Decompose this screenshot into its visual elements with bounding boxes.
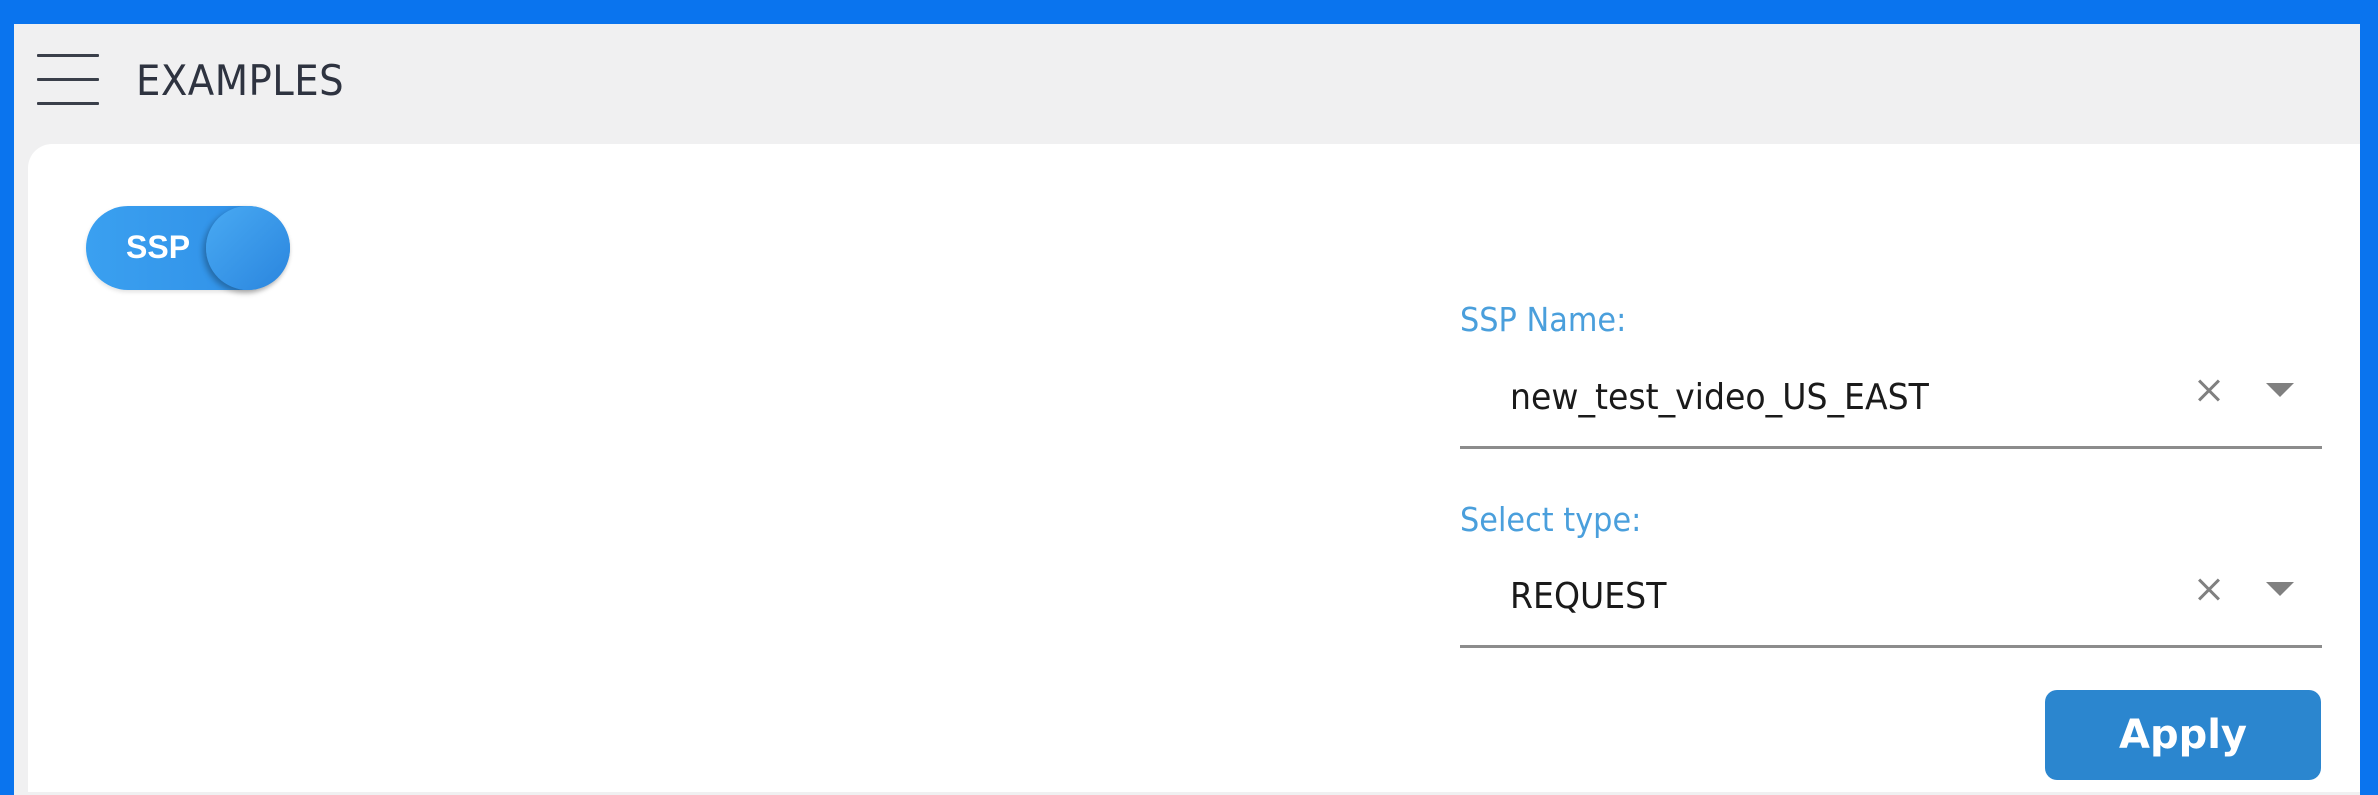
toggle-knob[interactable]	[206, 206, 290, 290]
ssp-toggle[interactable]: SSP	[86, 206, 290, 290]
chevron-down-icon[interactable]	[2266, 383, 2294, 397]
hamburger-menu-icon[interactable]	[37, 54, 99, 105]
clear-icon[interactable]	[2192, 374, 2226, 408]
apply-button[interactable]: Apply	[2045, 690, 2321, 780]
toggle-label: SSP	[126, 229, 191, 265]
select-type-label: Select type:	[1460, 500, 1642, 539]
page-title: EXAMPLES	[136, 56, 345, 105]
ssp-name-label: SSP Name:	[1460, 300, 1627, 339]
top-bar: EXAMPLES	[14, 24, 2360, 142]
ssp-name-value: new_test_video_US_EAST	[1510, 377, 1929, 418]
select-type-value: REQUEST	[1510, 576, 1667, 617]
ssp-name-select[interactable]: new_test_video_US_EAST	[1460, 360, 2322, 449]
clear-icon[interactable]	[2192, 573, 2226, 607]
select-type-select[interactable]: REQUEST	[1460, 559, 2322, 648]
app-window: EXAMPLES SSP SSP Name: new_test_video_US…	[14, 24, 2360, 795]
chevron-down-icon[interactable]	[2266, 582, 2294, 596]
content-card: SSP SSP Name: new_test_video_US_EAST Sel…	[28, 144, 2360, 792]
